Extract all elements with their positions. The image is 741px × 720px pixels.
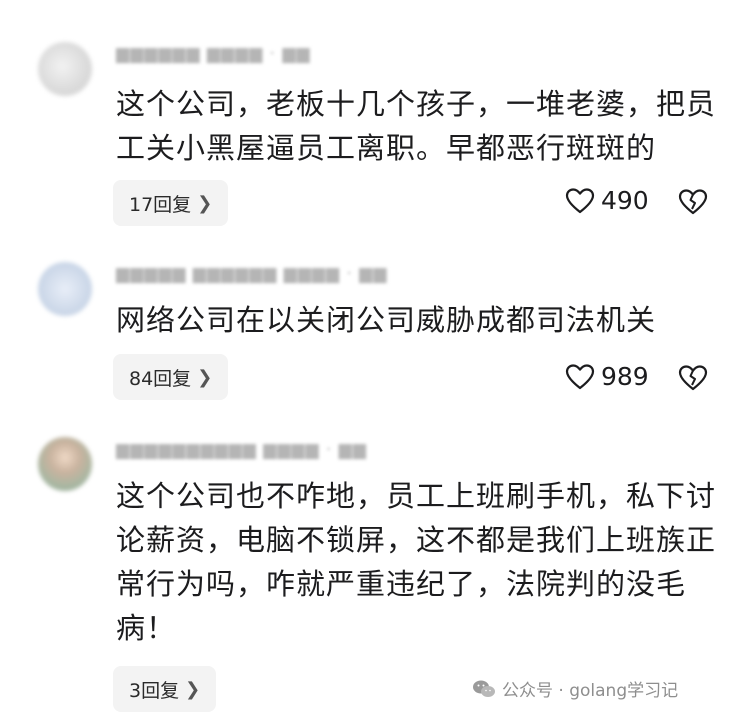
heart-outline-icon [565,363,595,389]
chevron-right-icon: ❯ [197,366,213,388]
broken-heart-icon[interactable] [678,188,708,216]
reply-label: 3回复 [129,679,180,702]
reply-button[interactable]: 3回复 ❯ [113,666,217,712]
comment-meta-blurred: ▆▆▆▆▆▆▆▆▆▆ ▆▆▆▆ · ▆▆ [116,440,367,460]
reply-button[interactable]: 84回复 ❯ [113,354,229,400]
reply-button[interactable]: 17回复 ❯ [113,180,229,226]
heart-outline-icon [565,187,595,213]
comment-meta-blurred: ▆▆▆▆▆ ▆▆▆▆▆▆ ▆▆▆▆ · ▆▆ [116,264,388,284]
watermark-label: 公众号 · golang学习记 [502,681,679,701]
chevron-right-icon: ❯ [197,192,213,214]
like-count: 490 [601,186,649,215]
like-button[interactable]: 989 [565,362,649,391]
comment-text: 这个公司，老板十几个孩子，一堆老婆，把员工关小黑屋逼员工离职。早都恶行斑斑的 [116,87,717,165]
avatar[interactable] [38,42,92,96]
comment-meta-blurred: ▆▆▆▆▆▆ ▆▆▆▆ · ▆▆ [116,44,311,64]
reply-label: 84回复 [129,367,192,390]
like-button[interactable]: 490 [565,186,649,215]
comment-text: 这个公司也不咋地，员工上班刷手机，私下讨论薪资，电脑不锁屏，这不都是我们上班族正… [116,479,717,645]
avatar[interactable] [38,262,92,316]
watermark: 公众号 · golang学习记 [472,676,678,701]
wechat-icon [473,680,495,697]
chevron-right-icon: ❯ [185,678,201,700]
comment-text: 网络公司在以关闭公司威胁成都司法机关 [116,303,657,337]
broken-heart-icon[interactable] [678,364,708,392]
reply-label: 17回复 [129,193,192,216]
like-count: 989 [601,362,649,391]
avatar[interactable] [38,437,92,491]
